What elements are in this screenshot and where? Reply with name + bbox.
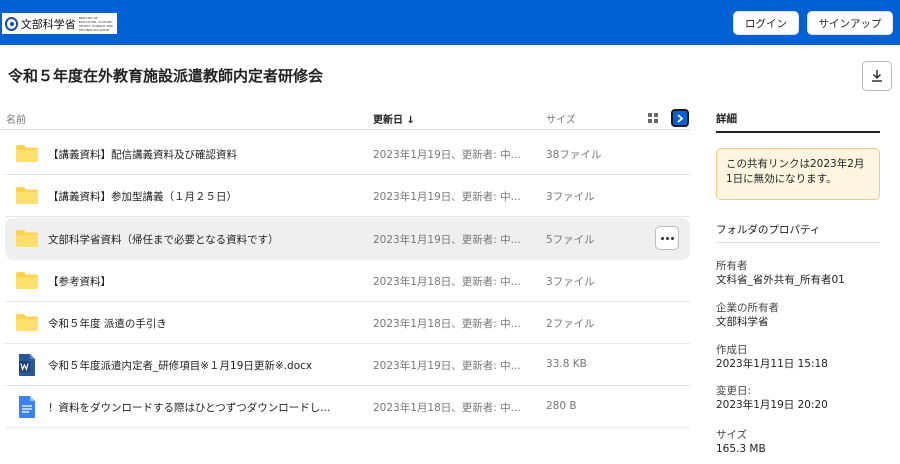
modified-label: 変更日:	[716, 385, 752, 397]
column-name[interactable]: 名前	[6, 111, 26, 126]
item-size: 33.8 KB	[546, 358, 587, 370]
table-header: 名前 更新日 ↓ サイズ	[0, 106, 690, 130]
column-size[interactable]: サイズ	[546, 111, 576, 126]
item-updated: 2023年1月18日、更新者: 中...	[373, 276, 521, 288]
folder-icon	[15, 186, 39, 208]
item-name[interactable]: 【講義資料】参加型講義（１月２５日）	[48, 189, 237, 204]
enterprise-owner-property: 企業の所有者 文部科学省	[716, 301, 779, 329]
item-size: 3ファイル	[546, 276, 595, 288]
login-button[interactable]: ログイン	[733, 11, 799, 35]
list-item[interactable]: 【講義資料】配信講義資料及び確認資料 2023年1月19日、更新者: 中... …	[5, 133, 690, 175]
logo-subtext: MINISTRY OF EDUCATION, CULTURE, SPORTS, …	[78, 15, 113, 32]
chevron-right-icon	[677, 113, 684, 123]
tab-underline	[716, 131, 880, 133]
word-document-icon	[17, 353, 37, 380]
item-updated: 2023年1月19日、更新者: 中...	[373, 360, 521, 372]
toggle-details-button[interactable]	[671, 109, 689, 127]
download-button[interactable]	[862, 61, 892, 91]
page-title: 令和５年度在外教育施設派遣教師内定者研修会	[8, 67, 324, 85]
list-item[interactable]: 文部科学省資料（帰任まで必要となる資料です） 2023年1月19日、更新者: 中…	[5, 218, 690, 260]
owner-property: 所有者 文科省_省外共有_所有者01	[716, 259, 845, 287]
more-dot	[660, 236, 664, 240]
item-updated: 2023年1月18日、更新者: 中...	[373, 402, 521, 414]
item-size: 2ファイル	[546, 318, 595, 330]
item-size: 38ファイル	[546, 149, 602, 161]
modified-value: 2023年1月19日 20:20	[716, 399, 828, 411]
download-icon	[872, 70, 882, 82]
size-property: サイズ 165.3 MB	[716, 428, 766, 456]
size-label: サイズ	[716, 429, 748, 441]
more-dot	[670, 236, 674, 240]
list-item[interactable]: 【講義資料】参加型講義（１月２５日） 2023年1月19日、更新者: 中... …	[5, 175, 690, 217]
sort-down-icon: ↓	[406, 115, 415, 126]
folder-icon	[15, 313, 39, 335]
item-name[interactable]: ！資料をダウンロードする際はひとつずつダウンロードし...	[48, 400, 330, 415]
enterprise-owner-value: 文部科学省	[716, 316, 769, 328]
item-size: 280 B	[546, 400, 577, 412]
owner-label: 所有者	[716, 260, 748, 272]
column-updated-label: 更新日	[373, 115, 403, 126]
signup-button[interactable]: サインアップ	[807, 11, 893, 35]
logo-text: 文部科学省	[20, 17, 76, 31]
item-size: 5ファイル	[546, 234, 595, 246]
tab-details[interactable]: 詳細	[716, 111, 737, 126]
document-icon	[17, 395, 37, 422]
item-size: 3ファイル	[546, 191, 595, 203]
modified-property: 変更日: 2023年1月19日 20:20	[716, 384, 828, 412]
enterprise-owner-label: 企業の所有者	[716, 302, 779, 314]
created-label: 作成日	[716, 344, 748, 356]
more-options-button[interactable]	[655, 226, 679, 250]
expiry-notice: この共有リンクは2023年2月1日に無効になります。	[716, 148, 880, 200]
folder-icon	[15, 229, 39, 251]
mext-logo[interactable]: 文部科学省 MINISTRY OF EDUCATION, CULTURE, SP…	[2, 13, 117, 34]
folder-properties-title: フォルダのプロパティ	[716, 224, 821, 236]
item-name[interactable]: 文部科学省資料（帰任まで必要となる資料です）	[48, 232, 279, 247]
folder-icon	[15, 144, 39, 166]
grid-view-icon[interactable]	[648, 113, 658, 123]
more-dot	[665, 236, 669, 240]
created-value: 2023年1月11日 15:18	[716, 358, 828, 370]
size-value: 165.3 MB	[716, 443, 766, 455]
top-bar: 文部科学省 MINISTRY OF EDUCATION, CULTURE, SP…	[0, 0, 900, 45]
list-item[interactable]: ！資料をダウンロードする際はひとつずつダウンロードし... 2023年1月18日…	[5, 386, 690, 428]
list-item[interactable]: 【参考資料】 2023年1月18日、更新者: 中... 3ファイル	[5, 260, 690, 302]
owner-value: 文科省_省外共有_所有者01	[716, 274, 845, 286]
list-item[interactable]: 令和５年度派遣内定者_研修項目※１月19日更新※.docx 2023年1月19日…	[5, 344, 690, 386]
seal-icon	[5, 16, 18, 31]
item-updated: 2023年1月19日、更新者: 中...	[373, 234, 521, 246]
divider	[716, 242, 880, 243]
item-name[interactable]: 【講義資料】配信講義資料及び確認資料	[48, 147, 237, 162]
item-name[interactable]: 令和５年度派遣内定者_研修項目※１月19日更新※.docx	[48, 358, 312, 373]
item-name[interactable]: 【参考資料】	[48, 274, 111, 289]
item-updated: 2023年1月19日、更新者: 中...	[373, 191, 521, 203]
folder-icon	[15, 271, 39, 293]
item-name[interactable]: 令和５年度 派遣の手引き	[48, 316, 167, 331]
list-item[interactable]: 令和５年度 派遣の手引き 2023年1月18日、更新者: 中... 2ファイル	[5, 302, 690, 344]
item-updated: 2023年1月18日、更新者: 中...	[373, 318, 521, 330]
column-updated[interactable]: 更新日 ↓	[373, 111, 415, 126]
item-updated: 2023年1月19日、更新者: 中...	[373, 149, 521, 161]
created-property: 作成日 2023年1月11日 15:18	[716, 343, 828, 371]
